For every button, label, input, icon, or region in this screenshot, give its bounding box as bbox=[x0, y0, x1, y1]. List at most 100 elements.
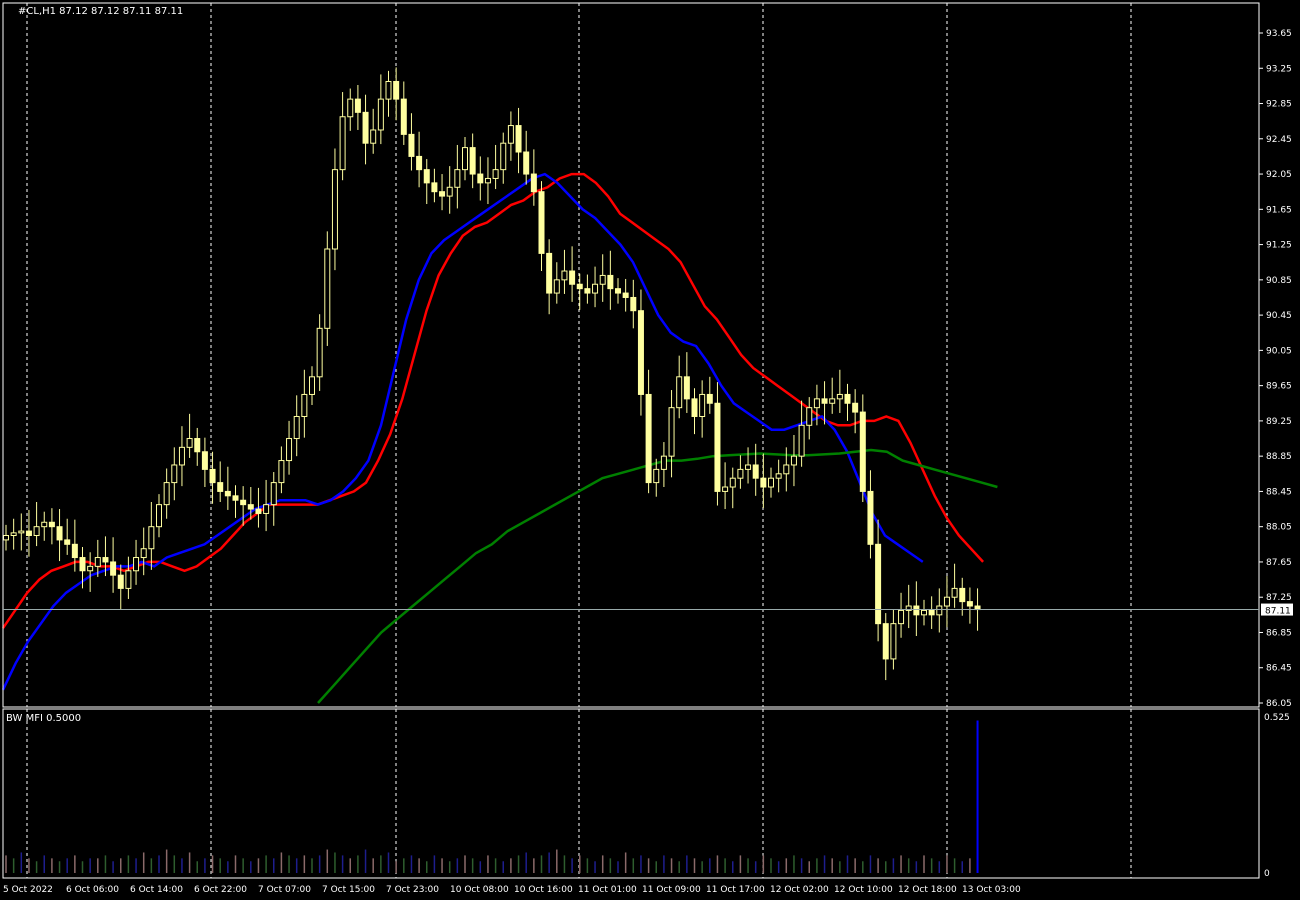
candle-body bbox=[813, 398, 820, 409]
candle-body bbox=[622, 292, 629, 298]
price-tick-label: 90.05 bbox=[1266, 346, 1292, 356]
price-tick-label: 86.85 bbox=[1266, 628, 1292, 638]
candle-body bbox=[615, 288, 621, 294]
price-tick-label: 90.45 bbox=[1266, 311, 1292, 321]
candle-body bbox=[94, 557, 101, 567]
candle-body bbox=[209, 468, 216, 484]
candle-body bbox=[584, 288, 591, 294]
time-tick-label: 10 Oct 16:00 bbox=[514, 885, 573, 895]
time-tick-label: 11 Oct 09:00 bbox=[642, 885, 701, 895]
price-tick-label: 86.45 bbox=[1266, 664, 1292, 674]
candle-body bbox=[370, 129, 377, 144]
candle-body bbox=[852, 402, 859, 413]
candle-body bbox=[186, 438, 193, 448]
price-chart[interactable]: 93.65 93.25 92.85 92.45 92.05 91.65 91.25 90.85… bbox=[0, 0, 1300, 900]
candle-body bbox=[324, 248, 331, 329]
candle-body bbox=[660, 455, 667, 470]
candle-body bbox=[354, 98, 361, 113]
current-price-label: 87.11 bbox=[1265, 607, 1291, 617]
candle-body bbox=[362, 111, 369, 144]
candle-body bbox=[507, 125, 514, 144]
candle-body bbox=[339, 116, 346, 171]
candle-body bbox=[125, 570, 132, 589]
candle-body bbox=[201, 451, 208, 470]
candle-body bbox=[331, 169, 338, 250]
time-tick-label: 7 Oct 07:00 bbox=[258, 885, 311, 895]
candle-body bbox=[148, 526, 155, 550]
candle-body bbox=[737, 468, 744, 479]
candle-body bbox=[255, 508, 262, 514]
price-tick-label: 89.65 bbox=[1266, 382, 1292, 392]
candle-body bbox=[561, 270, 568, 281]
candle-body bbox=[492, 169, 499, 179]
candle-body bbox=[240, 499, 247, 506]
candle-body bbox=[760, 477, 767, 488]
candle-body bbox=[385, 80, 392, 100]
candle-body bbox=[928, 609, 935, 616]
candle-body bbox=[102, 557, 109, 563]
candle-body bbox=[699, 393, 706, 417]
candle-body bbox=[270, 482, 277, 506]
candle-body bbox=[416, 155, 423, 171]
candle-body bbox=[171, 464, 178, 484]
candle-body bbox=[454, 169, 461, 188]
candle-body bbox=[163, 482, 170, 506]
candle-body bbox=[71, 543, 78, 559]
candle-body bbox=[683, 376, 690, 400]
candle-body bbox=[500, 142, 507, 171]
time-tick-label: 12 Oct 18:00 bbox=[898, 885, 957, 895]
price-tick-label: 91.25 bbox=[1266, 241, 1292, 251]
candle-body bbox=[806, 407, 813, 426]
candle-body bbox=[836, 393, 843, 400]
price-tick-label: 92.45 bbox=[1266, 135, 1292, 145]
candle-body bbox=[48, 521, 55, 528]
candle-body bbox=[87, 565, 94, 572]
candle-body bbox=[309, 376, 315, 395]
time-tick-label: 12 Oct 10:00 bbox=[834, 885, 893, 895]
price-tick-label: 92.05 bbox=[1266, 170, 1292, 180]
candle-body bbox=[890, 623, 897, 660]
candle-body bbox=[829, 398, 836, 404]
candle-body bbox=[775, 473, 782, 479]
candle-body bbox=[301, 393, 308, 417]
candle-body bbox=[768, 477, 774, 488]
time-tick-label: 10 Oct 08:00 bbox=[450, 885, 509, 895]
time-tick-label: 7 Oct 15:00 bbox=[322, 885, 375, 895]
candle-body bbox=[645, 393, 652, 484]
candle-body bbox=[882, 623, 889, 660]
candle-body bbox=[347, 98, 354, 118]
candle-body bbox=[959, 587, 966, 603]
time-tick-label: 6 Oct 06:00 bbox=[66, 885, 119, 895]
candle-body bbox=[194, 438, 201, 453]
candle-body bbox=[546, 252, 553, 294]
candle-body bbox=[133, 557, 140, 572]
candle-body bbox=[140, 548, 147, 559]
time-tick-label: 13 Oct 03:00 bbox=[962, 885, 1021, 895]
mfi-max-label: 0.525 bbox=[1264, 713, 1290, 723]
candle-body bbox=[33, 526, 40, 536]
candle-body bbox=[446, 186, 453, 197]
candle-body bbox=[668, 407, 675, 457]
candle-body bbox=[951, 587, 958, 598]
time-tick-label: 11 Oct 17:00 bbox=[706, 885, 765, 895]
candle-body bbox=[553, 279, 560, 294]
price-tick-label: 88.05 bbox=[1266, 523, 1292, 533]
candle-body bbox=[706, 393, 713, 404]
candle-body bbox=[263, 504, 270, 514]
candle-body bbox=[821, 398, 828, 404]
price-tick-label: 93.65 bbox=[1266, 29, 1292, 39]
candle-body bbox=[798, 424, 805, 457]
price-tick-label: 90.85 bbox=[1266, 276, 1292, 286]
candle-body bbox=[607, 274, 614, 290]
candle-body bbox=[469, 147, 476, 175]
candle-body bbox=[790, 455, 797, 466]
candle-body bbox=[637, 310, 644, 395]
candle-body bbox=[156, 504, 162, 528]
candle-body bbox=[462, 147, 468, 171]
candle-body bbox=[530, 173, 537, 193]
candle-body bbox=[439, 191, 446, 197]
candle-body bbox=[630, 296, 637, 312]
candle-body bbox=[64, 539, 71, 545]
candle-body bbox=[247, 504, 254, 510]
candle-body bbox=[592, 283, 599, 294]
